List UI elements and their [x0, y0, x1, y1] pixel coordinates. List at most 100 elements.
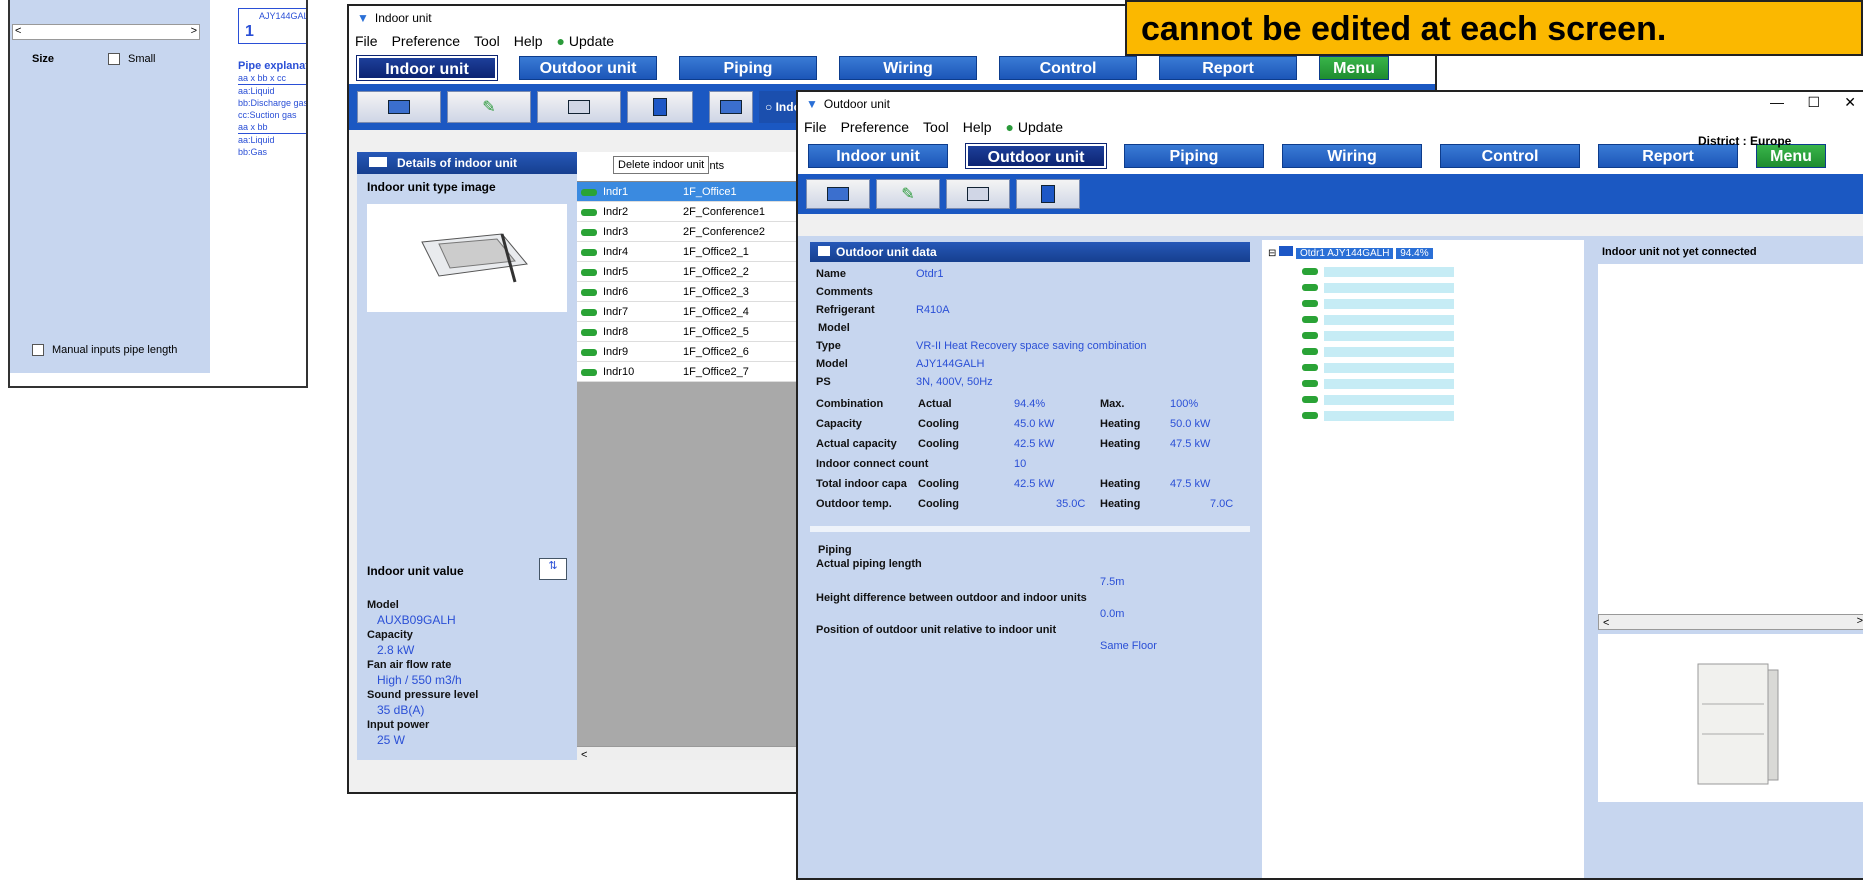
add-indoor-button[interactable]	[357, 91, 441, 123]
value-text: 2.8 kW	[377, 643, 415, 657]
tab-menu[interactable]: Menu	[1319, 56, 1389, 80]
menu-help[interactable]: Help	[963, 119, 992, 135]
tree-panel[interactable]: ⊟ Otdr1 AJY144GALH 94.4%	[1262, 240, 1584, 878]
tree-child[interactable]	[1302, 360, 1462, 373]
close-button[interactable]: ✕	[1844, 94, 1856, 111]
copy-outdoor-button[interactable]	[946, 179, 1010, 209]
edit-outdoor-button[interactable]: ✎	[876, 179, 940, 209]
edit-indoor-button[interactable]: ✎	[447, 91, 531, 123]
tree-child[interactable]	[1302, 376, 1462, 389]
outdoor-tree-icon	[1279, 246, 1294, 256]
manual-pipe-checkbox[interactable]	[32, 344, 44, 356]
delete-outdoor-button[interactable]	[1016, 179, 1080, 209]
tab-wiring[interactable]: Wiring	[839, 56, 977, 80]
value-label: Model	[367, 599, 399, 611]
menu-file[interactable]: File	[355, 33, 378, 49]
tree-child[interactable]	[1302, 264, 1462, 277]
menu-preference[interactable]: Preference	[841, 119, 909, 135]
scroll-left-icon[interactable]: <	[1599, 617, 1609, 629]
scroll-right-icon[interactable]: >	[1857, 615, 1863, 627]
menu-file[interactable]: File	[804, 119, 827, 135]
indoor-unit-icon	[1302, 348, 1318, 356]
indoor-value-label: Indoor unit value	[367, 564, 464, 578]
cassette-unit-icon	[421, 233, 528, 283]
tree-child[interactable]	[1302, 280, 1462, 293]
h-scrollbar[interactable]: < >	[12, 24, 200, 40]
tree-child[interactable]	[1302, 296, 1462, 309]
menu-help[interactable]: Help	[514, 33, 543, 49]
list-scrollbar[interactable]: < >	[1598, 614, 1863, 630]
value-text: AUXB09GALH	[377, 613, 456, 627]
tree-child[interactable]	[1302, 344, 1462, 357]
unit-comment: 1F_Office1	[683, 186, 737, 198]
window-title: Outdoor unit	[823, 97, 890, 111]
tab-outdoor-unit[interactable]: Outdoor unit	[519, 56, 657, 80]
update-label: Update	[568, 33, 615, 49]
model-section-label: Model	[818, 322, 850, 334]
tab-indoor-unit[interactable]: Indoor unit	[808, 144, 948, 168]
capacity-label: Capacity	[816, 418, 862, 430]
minimize-button[interactable]: —	[1770, 94, 1784, 110]
connect-button[interactable]	[709, 91, 753, 123]
pipe-notes: Pipe explanatory not aa x bb x cc aa:Liq…	[238, 60, 308, 158]
tab-control[interactable]: Control	[1440, 144, 1580, 168]
tab-piping[interactable]: Piping	[1124, 144, 1264, 168]
tree-child[interactable]	[1302, 408, 1462, 421]
value-text: 25 W	[377, 733, 406, 747]
outdoor-data-panel: Outdoor unit data Name Otdr1 Comments Re…	[810, 242, 1250, 682]
unit-name: Indr10	[603, 366, 635, 378]
add-outdoor-button[interactable]	[806, 179, 870, 209]
capacity-cooling-value: 45.0 kW	[1014, 418, 1055, 430]
tab-report[interactable]: Report	[1159, 56, 1297, 80]
piping-section-label: Piping	[818, 544, 852, 556]
tab-control[interactable]: Control	[999, 56, 1137, 80]
maximize-button[interactable]: ☐	[1807, 94, 1820, 111]
tree-child[interactable]	[1302, 328, 1462, 341]
tab-wiring[interactable]: Wiring	[1282, 144, 1422, 168]
pipe-note: bb:Discharge gas	[238, 98, 308, 108]
actual-capacity-label: Actual capacity	[816, 438, 897, 450]
unit-name: Indr5	[603, 266, 629, 278]
pipe-note: cc:Suction gas	[238, 110, 297, 120]
not-connected-list[interactable]	[1598, 264, 1863, 614]
tab-piping[interactable]: Piping	[679, 56, 817, 80]
ps-value: 3N, 400V, 50Hz	[916, 376, 993, 388]
small-checkbox[interactable]	[108, 53, 120, 65]
trash-icon	[1041, 185, 1055, 203]
tab-indoor-unit[interactable]: Indoor unit	[356, 55, 498, 81]
menu-tool[interactable]: Tool	[474, 33, 500, 49]
sort-button[interactable]: ⇅	[539, 558, 567, 580]
menu-preference[interactable]: Preference	[392, 33, 460, 49]
edit-icon: ✎	[901, 186, 915, 203]
scroll-left-icon[interactable]: <	[577, 749, 587, 761]
menu-update[interactable]: ● Update	[1006, 119, 1064, 135]
indoor-unit-icon	[1302, 300, 1318, 308]
tree-root[interactable]: ⊟ Otdr1 AJY144GALH 94.4%	[1268, 246, 1433, 259]
tree-child-label	[1324, 330, 1454, 341]
indoor-unit-icon	[581, 268, 597, 276]
menu-update[interactable]: ● Update	[557, 33, 615, 49]
unit-box[interactable]: AJY144GALH 1	[238, 8, 306, 44]
menu-tool[interactable]: Tool	[923, 119, 949, 135]
pipe-note: aa:Liquid	[238, 135, 275, 145]
combination-actual: Actual	[918, 398, 952, 410]
collapse-icon[interactable]: ⊟	[1268, 248, 1276, 259]
pipe-note: aa x bb x cc	[238, 72, 306, 85]
outdoor-temp-heating: Heating	[1100, 498, 1141, 510]
unit-name: Indr2	[603, 206, 629, 218]
total-capacity-heating: Heating	[1100, 478, 1141, 490]
scroll-right-icon[interactable]: >	[191, 25, 197, 37]
copy-indoor-button[interactable]	[537, 91, 621, 123]
unit-name: Indr1	[603, 186, 629, 198]
tree-child[interactable]	[1302, 392, 1462, 405]
tab-outdoor-unit[interactable]: Outdoor unit	[965, 143, 1107, 169]
district-label: District : Europe	[1698, 134, 1792, 148]
indoor-unit-icon	[581, 188, 597, 196]
tree-child[interactable]	[1302, 312, 1462, 325]
delete-indoor-button[interactable]	[627, 91, 693, 123]
value-text: 35 dB(A)	[377, 703, 425, 717]
copy-icon	[967, 187, 989, 201]
scroll-left-icon[interactable]: <	[15, 25, 21, 37]
data-divider	[810, 526, 1250, 532]
type-value: VR-II Heat Recovery space saving combina…	[916, 340, 1147, 352]
